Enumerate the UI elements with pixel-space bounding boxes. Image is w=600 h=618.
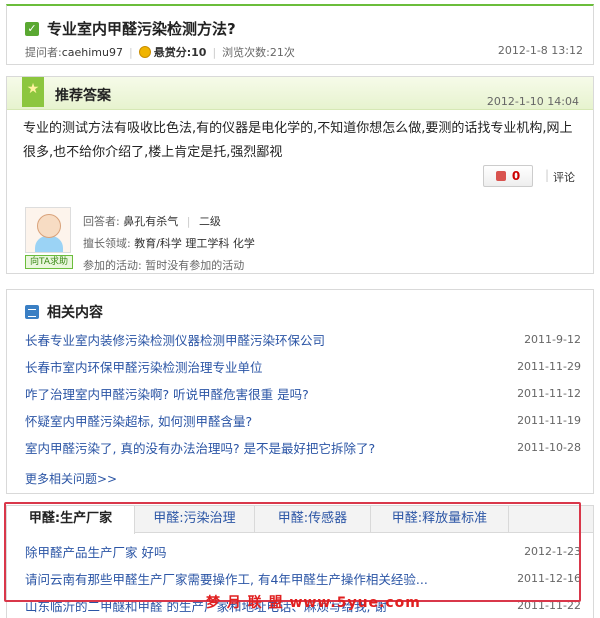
list-item: 怀疑室内甲醛污染超标, 如何测甲醛含量? 2011-11-19 [25, 407, 581, 434]
field-label: 擅长领域: [83, 237, 131, 250]
related-link[interactable]: 怀疑室内甲醛污染超标, 如何测甲醛含量? [25, 411, 252, 430]
list-item: 室内甲醛污染了, 真的没有办法治理吗? 是不是最好把它拆除了? 2011-10-… [25, 434, 581, 461]
related-header: 相关内容 [25, 302, 103, 322]
list-icon [25, 305, 39, 319]
related-date: 2011-11-29 [517, 360, 581, 373]
question-title-row: ✓ 专业室内甲醛污染检测方法? [25, 18, 236, 39]
tab-date: 2011-11-22 [517, 599, 581, 612]
more-related-link[interactable]: 更多相关问题>> [25, 470, 117, 487]
related-date: 2011-9-12 [524, 333, 581, 346]
related-date: 2011-11-12 [517, 387, 581, 400]
asker-label: 提问者: [25, 46, 62, 59]
tab-date: 2012-1-23 [524, 545, 581, 558]
vote-count: 0 [511, 169, 521, 183]
answerer-avatar-box: 向TA求助 [25, 207, 73, 269]
question-title: 专业室内甲醛污染检测方法? [47, 20, 236, 38]
question-date: 2012-1-8 13:12 [497, 44, 583, 57]
tab-manufacturers[interactable]: 甲醛:生产厂家 [7, 506, 135, 534]
tab-link[interactable]: 除甲醛产品生产厂家 好吗 [25, 542, 166, 561]
answer-date: 2012-1-10 14:04 [486, 95, 579, 108]
list-item: 咋了治理室内甲醛污染啊? 听说甲醛危害很重 是吗? 2011-11-12 [25, 380, 581, 407]
question-meta: 提问者: caehimu97 | 悬赏分: 10 | 浏览次数: 21次 [25, 44, 295, 60]
activity-label: 参加的活动: [83, 259, 142, 272]
divider: | [186, 215, 191, 228]
related-date: 2011-11-19 [517, 414, 581, 427]
asker-link[interactable]: caehimu97 [62, 46, 123, 59]
divider: | [212, 45, 217, 59]
answer-header: ★ 推荐答案 2012-1-10 14:04 [7, 77, 593, 110]
related-link[interactable]: 长春市室内环保甲醛污染检测治理专业单位 [25, 357, 263, 376]
divider: | [129, 45, 133, 59]
views-value: 21次 [269, 46, 295, 59]
answerer-info: 回答者: 鼻孔有杀气 | 二级 擅长领域: 教育/科学 理工学科 化学 参加的活… [83, 211, 255, 277]
list-item: 除甲醛产品生产厂家 好吗 2012-1-23 [25, 538, 581, 565]
tab-pollution-control[interactable]: 甲醛:污染治理 [135, 506, 255, 533]
tab-sensor[interactable]: 甲醛:传感器 [255, 506, 371, 533]
reward-value: 10 [191, 45, 207, 59]
tab-bar: 甲醛:生产厂家 甲醛:污染治理 甲醛:传感器 甲醛:释放量标准 [7, 506, 593, 534]
activity-value: 暂时没有参加的活动 [145, 259, 245, 272]
answerer-label: 回答者: [83, 215, 120, 228]
answer-header-title: 推荐答案 [55, 88, 111, 104]
related-link[interactable]: 长春专业室内装修污染检测仪器检测甲醛污染环保公司 [25, 330, 325, 349]
answer-body: 专业的测试方法有吸收比色法,有的仪器是电化学的,不知道你想怎么做,要测的话找专业… [23, 121, 573, 160]
question-panel: ✓ 专业室内甲醛污染检测方法? 提问者: caehimu97 | 悬赏分: 10… [6, 4, 594, 65]
ask-ta-button[interactable]: 向TA求助 [25, 255, 73, 269]
answerer-level[interactable]: 二级 [199, 215, 221, 228]
list-item: 长春专业室内装修污染检测仪器检测甲醛污染环保公司 2011-9-12 [25, 326, 581, 353]
coin-icon [138, 46, 151, 58]
star-badge-icon: ★ [22, 77, 44, 107]
answerer-link[interactable]: 鼻孔有杀气 [123, 215, 178, 228]
field-values[interactable]: 教育/科学 理工学科 化学 [134, 237, 255, 250]
list-item: 长春市室内环保甲醛污染检测治理专业单位 2011-11-29 [25, 353, 581, 380]
related-list: 长春专业室内装修污染检测仪器检测甲醛污染环保公司 2011-9-12 长春市室内… [25, 326, 581, 461]
divider: | [545, 168, 550, 182]
list-item: 请问云南有那些甲醛生产厂家需要操作工, 有4年甲醛生产操作相关经验... 201… [25, 565, 581, 592]
related-header-title: 相关内容 [47, 305, 103, 321]
related-link[interactable]: 室内甲醛污染了, 真的没有办法治理吗? 是不是最好把它拆除了? [25, 438, 375, 457]
thumbs-up-icon [495, 171, 506, 181]
upvote-button[interactable]: 0 [483, 165, 533, 187]
tab-emission-standard[interactable]: 甲醛:释放量标准 [371, 506, 509, 533]
avatar[interactable] [25, 207, 71, 253]
check-icon: ✓ [25, 21, 39, 36]
watermark: 梦 月 联 盟 www.5yue.com [206, 595, 421, 611]
tab-date: 2011-12-16 [517, 572, 581, 585]
comment-link[interactable]: 评论 [553, 169, 575, 185]
related-content-panel: 相关内容 长春专业室内装修污染检测仪器检测甲醛污染环保公司 2011-9-12 … [6, 289, 594, 494]
recommended-answer-panel: ★ 推荐答案 2012-1-10 14:04 专业的测试方法有吸收比色法,有的仪… [6, 76, 594, 274]
related-date: 2011-10-28 [517, 441, 581, 454]
tab-link[interactable]: 请问云南有那些甲醛生产厂家需要操作工, 有4年甲醛生产操作相关经验... [25, 569, 428, 588]
reward-label: 悬赏分: [153, 46, 192, 59]
related-link[interactable]: 咋了治理室内甲醛污染啊? 听说甲醛危害很重 是吗? [25, 384, 309, 403]
views-label: 浏览次数: [222, 46, 270, 59]
